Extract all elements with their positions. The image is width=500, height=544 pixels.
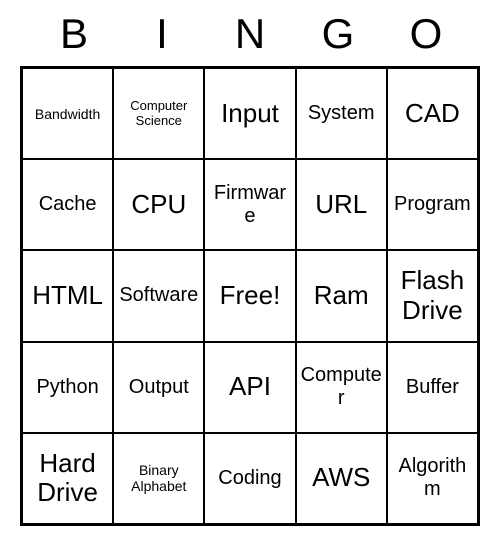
bingo-cell-1-1[interactable]: CPU — [113, 159, 204, 250]
bingo-cell-2-0[interactable]: HTML — [22, 250, 113, 341]
header-letter-i: I — [118, 10, 206, 58]
bingo-cell-3-0[interactable]: Python — [22, 342, 113, 433]
bingo-cell-2-2[interactable]: Free! — [204, 250, 295, 341]
bingo-cell-4-0[interactable]: Hard Drive — [22, 433, 113, 524]
header-letter-b: B — [30, 10, 118, 58]
bingo-cell-2-4[interactable]: Flash Drive — [387, 250, 478, 341]
bingo-cell-4-4[interactable]: Algorithm — [387, 433, 478, 524]
bingo-cell-0-2[interactable]: Input — [204, 68, 295, 159]
header-letter-o: O — [382, 10, 470, 58]
bingo-header: B I N G O — [20, 10, 480, 58]
header-letter-n: N — [206, 10, 294, 58]
bingo-cell-1-0[interactable]: Cache — [22, 159, 113, 250]
bingo-cell-4-3[interactable]: AWS — [296, 433, 387, 524]
bingo-cell-2-1[interactable]: Software — [113, 250, 204, 341]
bingo-cell-4-1[interactable]: Binary Alphabet — [113, 433, 204, 524]
bingo-grid: BandwidthComputer ScienceInputSystemCAD C… — [20, 66, 480, 526]
bingo-cell-3-1[interactable]: Output — [113, 342, 204, 433]
bingo-cell-1-4[interactable]: Program — [387, 159, 478, 250]
bingo-cell-3-4[interactable]: Buffer — [387, 342, 478, 433]
bingo-cell-0-0[interactable]: Bandwidth — [22, 68, 113, 159]
header-letter-g: G — [294, 10, 382, 58]
bingo-cell-1-2[interactable]: Firmware — [204, 159, 295, 250]
bingo-cell-3-3[interactable]: Computer — [296, 342, 387, 433]
bingo-cell-0-1[interactable]: Computer Science — [113, 68, 204, 159]
bingo-cell-0-4[interactable]: CAD — [387, 68, 478, 159]
bingo-cell-3-2[interactable]: API — [204, 342, 295, 433]
bingo-cell-4-2[interactable]: Coding — [204, 433, 295, 524]
bingo-card: B I N G O BandwidthComputer ScienceInput… — [20, 10, 480, 526]
bingo-cell-2-3[interactable]: Ram — [296, 250, 387, 341]
bingo-cell-0-3[interactable]: System — [296, 68, 387, 159]
bingo-cell-1-3[interactable]: URL — [296, 159, 387, 250]
